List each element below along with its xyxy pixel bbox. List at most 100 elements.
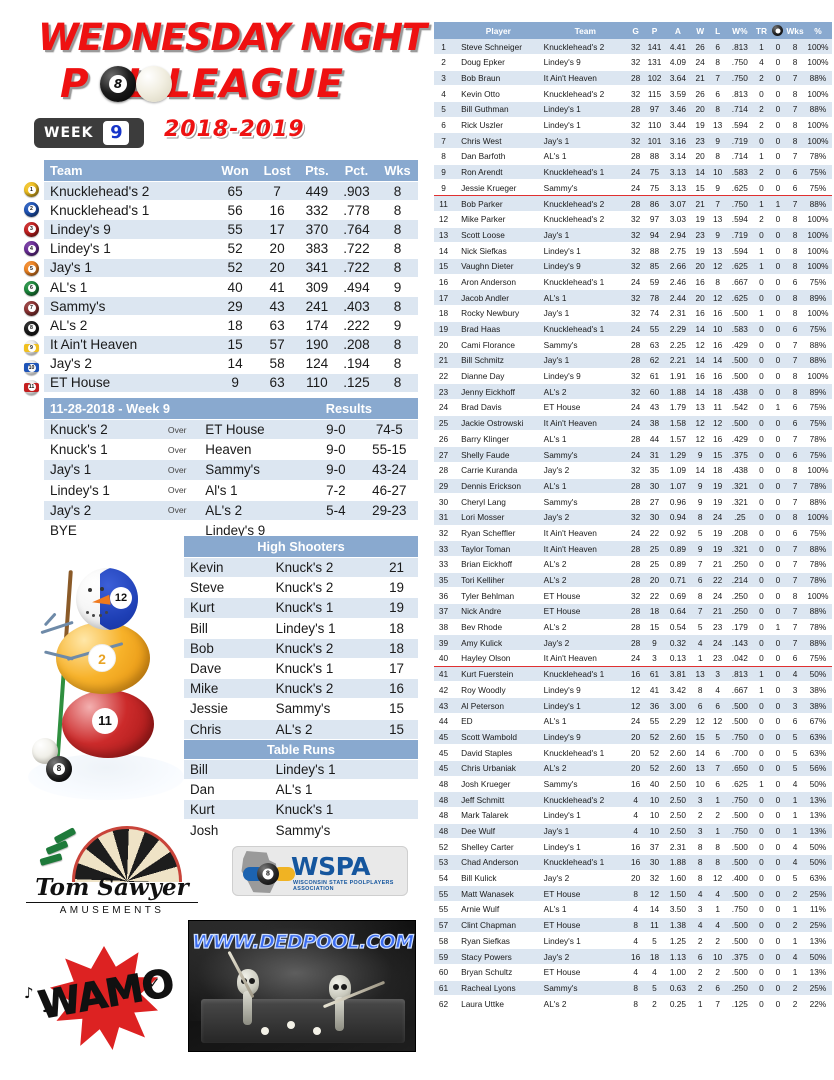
standings-row: Jay's 2 14 58 124.194 8 (44, 354, 418, 374)
dedpool-banner[interactable]: WWW.DEDPOOL.COM (188, 920, 416, 1052)
table-run-row: Kurt Knuck's 1 (184, 799, 418, 821)
standings-won: 18 (214, 315, 257, 336)
ball-number: 5 (27, 264, 36, 273)
stat-rank: 43 (434, 697, 454, 714)
shooter-score (374, 799, 418, 821)
stat-wins: 13 (691, 399, 709, 416)
stat-losses: 10 (708, 321, 727, 338)
high-shooter-row: Bob Knuck's 2 18 (184, 638, 418, 659)
result-match-score: 9-0 (311, 419, 361, 441)
shooter-score (374, 819, 418, 841)
stat-wins: 14 (691, 321, 709, 338)
stat-win-pct: .214 (726, 572, 754, 589)
stat-weeks: 6 (786, 415, 804, 432)
stat-average: 1.25 (664, 932, 692, 950)
shooter-team: Knuck's 1 (269, 799, 375, 821)
dedpool-url[interactable]: WWW.DEDPOOL.COM (189, 930, 415, 953)
player-stats-row: 48 Jeff Schmitt Knucklehead's 2 4 10 2.50 3 1.7… (434, 791, 832, 808)
stat-win-pct: .438 (726, 462, 754, 479)
stat-eight-ball-breaks: 0 (769, 179, 787, 197)
player-stats-row: 53 Chad Anderson Knucklehead's 1 16 30 1.88 8 8… (434, 854, 832, 871)
stat-table-runs: 1 (753, 666, 770, 683)
stat-weeks: 7 (786, 478, 804, 495)
stat-points: 32 (644, 870, 665, 887)
shooter-name: Bill (184, 759, 270, 781)
stat-player-name: Mark Talarek (453, 807, 544, 824)
stat-attendance-pct: 22% (803, 995, 832, 1012)
stat-points: 30 (644, 478, 665, 495)
result-team-loser: ET House (199, 419, 312, 441)
result-over-label: Over (155, 419, 200, 441)
stat-points: 38 (644, 415, 665, 432)
player-stats-row: 62 Laura Uttke AL's 2 8 2 0.25 1 7.125 0 0 2 22% (434, 995, 832, 1012)
page-title-line1: WEDNESDAY NIGHT (38, 16, 427, 59)
results-row: Knuck's 2 Over ET House 9-0 74-5 (44, 419, 418, 441)
stat-average: 3.07 (664, 195, 692, 212)
stat-eight-ball-breaks: 0 (769, 885, 787, 903)
stat-wins: 10 (691, 776, 709, 793)
result-match-score: 7-2 (311, 480, 361, 501)
stat-table-runs: 0 (753, 430, 770, 448)
shooter-name: Dave (184, 658, 270, 680)
stat-team: Jay's 1 (543, 352, 627, 369)
snowman-ball-2-number: 2 (88, 644, 116, 672)
stat-wins: 1 (691, 650, 709, 667)
stat-player-name: Josh Krueger (453, 776, 544, 793)
standings-pct: .722 (335, 258, 377, 278)
stat-attendance-pct: 100% (803, 39, 832, 55)
player-stats-row: 31 Lori Mosser Jay's 2 32 30 0.94 8 24.25 0 0 8 100… (434, 509, 832, 526)
stat-losses: 8 (708, 838, 727, 856)
stat-table-runs: 0 (753, 368, 770, 385)
player-stats-row: 14 Nick Siefkas Lindey's 1 32 88 2.75 19 13.594… (434, 242, 832, 259)
stat-player-name: Roy Woodly (453, 681, 544, 699)
stat-attendance-pct: 75% (803, 164, 832, 181)
standings-row: Jay's 1 52 20 341.722 8 (44, 258, 418, 278)
result-team-winner: Lindey's 1 (44, 480, 156, 501)
stat-weeks: 7 (786, 148, 804, 165)
stat-attendance-pct: 78% (803, 556, 832, 573)
standings-pct: .222 (335, 315, 377, 336)
stat-player-name: Dianne Day (453, 368, 544, 385)
stat-attendance-pct: 56% (803, 760, 832, 777)
stat-attendance-pct: 75% (803, 650, 832, 667)
stat-losses: 19 (708, 525, 727, 542)
standings-weeks: 9 (377, 277, 418, 298)
stat-win-pct: .813 (726, 85, 754, 103)
stat-weeks: 2 (786, 917, 804, 934)
stat-player-name: Tyler Behlman (453, 587, 544, 605)
stat-average: 3.13 (664, 164, 692, 181)
stat-wins: 26 (691, 85, 709, 103)
stat-table-runs: 0 (753, 509, 770, 526)
stat-weeks: 4 (786, 838, 804, 856)
stat-wins: 14 (691, 744, 709, 761)
stat-games: 32 (626, 587, 645, 605)
stat-points: 36 (644, 697, 665, 714)
high-shooter-row: Dave Knuck's 1 17 (184, 658, 418, 680)
stat-points: 4 (644, 964, 665, 981)
wspa-eight-ball-icon (257, 863, 279, 885)
high-shooters-table: High Shooters Kevin Knuck's 2 21 Steve Knuck… (184, 536, 418, 841)
stat-team: Jay's 2 (543, 462, 627, 479)
stat-weeks: 8 (786, 117, 804, 134)
stat-average: 1.29 (664, 446, 692, 463)
stat-player-name: Laura Uttke (453, 995, 544, 1012)
stat-wins: 20 (691, 148, 709, 165)
stat-attendance-pct: 67% (803, 713, 832, 730)
standings-pct: .903 (335, 181, 377, 202)
stat-wins: 20 (691, 289, 709, 306)
stat-points: 5 (644, 980, 665, 997)
standings-points: 110 (297, 373, 336, 394)
stat-eight-ball-breaks: 0 (769, 603, 787, 620)
stat-win-pct: .594 (726, 211, 754, 228)
stat-games: 24 (626, 179, 645, 197)
col-team-stat: Team (543, 22, 627, 40)
stat-attendance-pct: 75% (803, 525, 832, 542)
stat-attendance-pct: 100% (803, 462, 832, 479)
ball-number: 10 (27, 363, 36, 372)
stat-player-name: Vaughn Dieter (453, 258, 544, 275)
stat-win-pct: .542 (726, 399, 754, 416)
stat-attendance-pct: 75% (803, 399, 832, 416)
col-points: P (644, 22, 665, 40)
stat-losses: 16 (708, 430, 727, 448)
stat-player-name: Al Peterson (453, 697, 544, 714)
